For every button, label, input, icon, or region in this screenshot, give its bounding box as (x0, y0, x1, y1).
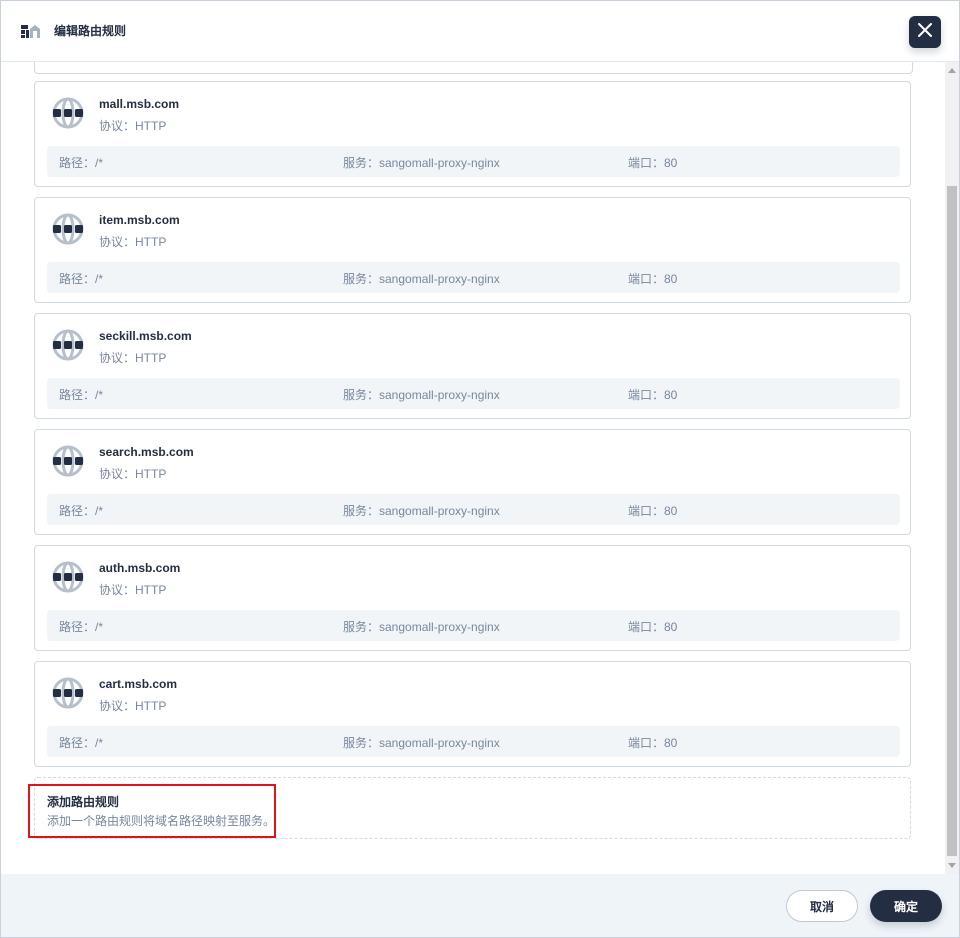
globe-icon (52, 445, 84, 477)
scroll-up-arrow-icon[interactable] (948, 68, 956, 73)
rule-service: 服务：sangomall-proxy-nginx (343, 156, 500, 170)
rule-detail-bar: 路径：/* 服务：sangomall-proxy-nginx 端口：80 (47, 494, 900, 525)
rule-protocol: 协议：HTTP (99, 235, 167, 249)
globe-icon (52, 561, 84, 593)
rule-host: cart.msb.com (99, 677, 178, 691)
route-rule-card[interactable]: item.msb.com 协议：HTTP 路径：/* 服务：sangomall-… (34, 197, 911, 303)
rule-path: 路径：/* (59, 504, 104, 518)
rule-protocol: 协议：HTTP (99, 119, 167, 133)
dialog-footer: 取消 确定 (1, 874, 959, 937)
rule-protocol: 协议：HTTP (99, 351, 167, 365)
rule-host: seckill.msb.com (99, 329, 192, 343)
route-rule-card[interactable]: search.msb.com 协议：HTTP 路径：/* 服务：sangomal… (34, 429, 911, 535)
route-rule-card[interactable]: cart.msb.com 协议：HTTP 路径：/* 服务：sangomall-… (34, 661, 911, 767)
rule-protocol: 协议：HTTP (99, 699, 167, 713)
rule-port: 端口：80 (628, 272, 678, 286)
globe-icon (52, 677, 84, 709)
rule-host: search.msb.com (99, 445, 194, 459)
add-route-rule-description: 添加一个路由规则将域名路径映射至服务。 (47, 814, 276, 828)
route-rule-card-partial (34, 62, 913, 74)
rule-path: 路径：/* (59, 736, 104, 750)
rule-host: mall.msb.com (99, 97, 180, 111)
rule-protocol: 协议：HTTP (99, 583, 167, 597)
add-route-rule-button[interactable]: 添加路由规则 添加一个路由规则将域名路径映射至服务。 (34, 777, 911, 839)
rule-service: 服务：sangomall-proxy-nginx (343, 388, 500, 402)
rule-path: 路径：/* (59, 388, 104, 402)
rule-detail-bar: 路径：/* 服务：sangomall-proxy-nginx 端口：80 (47, 262, 900, 293)
rule-path: 路径：/* (59, 156, 104, 170)
globe-icon (52, 213, 84, 245)
rule-host: auth.msb.com (99, 561, 181, 575)
cancel-button[interactable]: 取消 (786, 890, 858, 922)
rule-detail-bar: 路径：/* 服务：sangomall-proxy-nginx 端口：80 (47, 610, 900, 641)
rule-port: 端口：80 (628, 620, 678, 634)
rule-port: 端口：80 (628, 504, 678, 518)
dialog-body: mall.msb.com 协议：HTTP 路径：/* 服务：sangomall-… (1, 62, 959, 874)
close-icon (918, 22, 932, 42)
rule-service: 服务：sangomall-proxy-nginx (343, 272, 500, 286)
rule-path: 路径：/* (59, 620, 104, 634)
globe-icon (52, 97, 84, 129)
scroll-down-arrow-icon[interactable] (948, 863, 956, 868)
confirm-button[interactable]: 确定 (870, 890, 942, 922)
rule-protocol: 协议：HTTP (99, 467, 167, 481)
rule-service: 服务：sangomall-proxy-nginx (343, 504, 500, 518)
add-route-rule-title: 添加路由规则 (47, 795, 120, 809)
route-rule-card[interactable]: mall.msb.com 协议：HTTP 路径：/* 服务：sangomall-… (34, 81, 911, 187)
close-button[interactable] (909, 16, 941, 48)
route-rule-card[interactable]: seckill.msb.com 协议：HTTP 路径：/* 服务：sangoma… (34, 313, 911, 419)
globe-icon (52, 329, 84, 361)
rule-port: 端口：80 (628, 388, 678, 402)
rule-service: 服务：sangomall-proxy-nginx (343, 736, 500, 750)
rule-service: 服务：sangomall-proxy-nginx (343, 620, 500, 634)
edit-route-rules-dialog: 编辑路由规则 mall.msb.com 协议：HTTP 路径：/* 服务：san… (0, 0, 960, 938)
gateway-icon (21, 21, 41, 41)
rule-detail-bar: 路径：/* 服务：sangomall-proxy-nginx 端口：80 (47, 726, 900, 757)
route-rule-card[interactable]: auth.msb.com 协议：HTTP 路径：/* 服务：sangomall-… (34, 545, 911, 651)
scrollbar[interactable] (945, 62, 959, 874)
dialog-title: 编辑路由规则 (54, 24, 127, 38)
rule-path: 路径：/* (59, 272, 104, 286)
rule-detail-bar: 路径：/* 服务：sangomall-proxy-nginx 端口：80 (47, 378, 900, 409)
rule-port: 端口：80 (628, 736, 678, 750)
rule-detail-bar: 路径：/* 服务：sangomall-proxy-nginx 端口：80 (47, 146, 900, 177)
rule-host: item.msb.com (99, 213, 180, 227)
rule-port: 端口：80 (628, 156, 678, 170)
scrollbar-thumb[interactable] (947, 186, 957, 856)
dialog-header: 编辑路由规则 (1, 1, 959, 62)
